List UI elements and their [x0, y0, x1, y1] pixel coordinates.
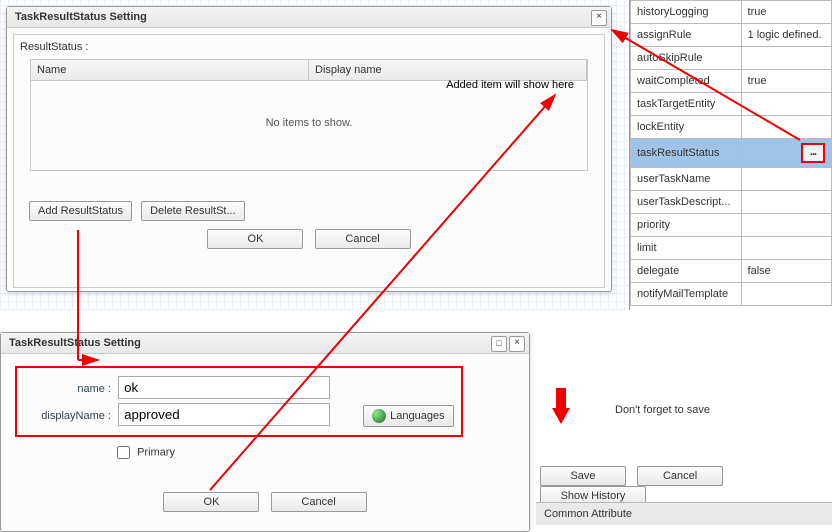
hint-added-item: Added item will show here	[446, 79, 574, 91]
property-grid: historyLoggingtrue assignRule1 logic def…	[629, 0, 832, 310]
maximize-icon[interactable]: □	[491, 336, 507, 352]
arrow-down-icon	[552, 408, 570, 424]
name-label: name :	[21, 383, 115, 395]
result-table: Name Display name No items to show.	[30, 59, 588, 171]
delete-resultstatus-button[interactable]: Delete ResultSt...	[141, 201, 245, 221]
prop-row: priority	[631, 214, 832, 237]
prop-row: lockEntity	[631, 116, 832, 139]
common-attribute-header: Common Attribute	[536, 502, 832, 525]
primary-checkbox[interactable]	[117, 446, 130, 459]
prop-row: limit	[631, 237, 832, 260]
displayname-label: displayName :	[21, 410, 115, 422]
primary-label: Primary	[137, 447, 175, 459]
prop-row: notifyMailTemplate	[631, 283, 832, 306]
arrow-down-icon	[556, 388, 566, 408]
cancel-button[interactable]: Cancel	[637, 466, 723, 486]
close-icon[interactable]: ×	[509, 336, 525, 352]
prop-row: waitCompletedtrue	[631, 70, 832, 93]
prop-row: historyLoggingtrue	[631, 1, 832, 24]
dialog-title: TaskResultStatus Setting	[7, 7, 611, 28]
prop-row: userTaskName	[631, 168, 832, 191]
prop-row: autoSkipRule	[631, 47, 832, 70]
dialog-taskresultstatus-edit: TaskResultStatus Setting × □ name : disp…	[0, 332, 530, 532]
save-button[interactable]: Save	[540, 466, 626, 486]
save-toolbar: Save Cancel Show History	[536, 466, 832, 506]
prop-row: userTaskDescript...	[631, 191, 832, 214]
section-label: ResultStatus :	[20, 41, 598, 53]
ok-button[interactable]: OK	[163, 492, 259, 512]
displayname-input[interactable]	[118, 403, 330, 426]
dialog-taskresultstatus-list: TaskResultStatus Setting × ResultStatus …	[6, 6, 612, 292]
prop-row: delegatefalse	[631, 260, 832, 283]
add-resultstatus-button[interactable]: Add ResultStatus	[29, 201, 132, 221]
ellipsis-button[interactable]: ...	[801, 143, 825, 163]
ok-button[interactable]: OK	[207, 229, 303, 249]
cancel-button[interactable]: Cancel	[271, 492, 367, 512]
cancel-button[interactable]: Cancel	[315, 229, 411, 249]
col-display: Display name	[309, 60, 587, 80]
languages-button[interactable]: Languages	[363, 405, 453, 427]
prop-row: taskTargetEntity	[631, 93, 832, 116]
prop-row-selected[interactable]: taskResultStatus...	[631, 139, 832, 168]
name-input[interactable]	[118, 376, 330, 399]
save-reminder: Don't forget to save	[615, 404, 710, 416]
empty-message: No items to show.	[31, 81, 587, 165]
prop-row: assignRule1 logic defined.	[631, 24, 832, 47]
close-icon[interactable]: ×	[591, 10, 607, 26]
globe-icon	[372, 409, 386, 423]
dialog-title: TaskResultStatus Setting	[1, 333, 529, 354]
col-name: Name	[31, 60, 309, 80]
